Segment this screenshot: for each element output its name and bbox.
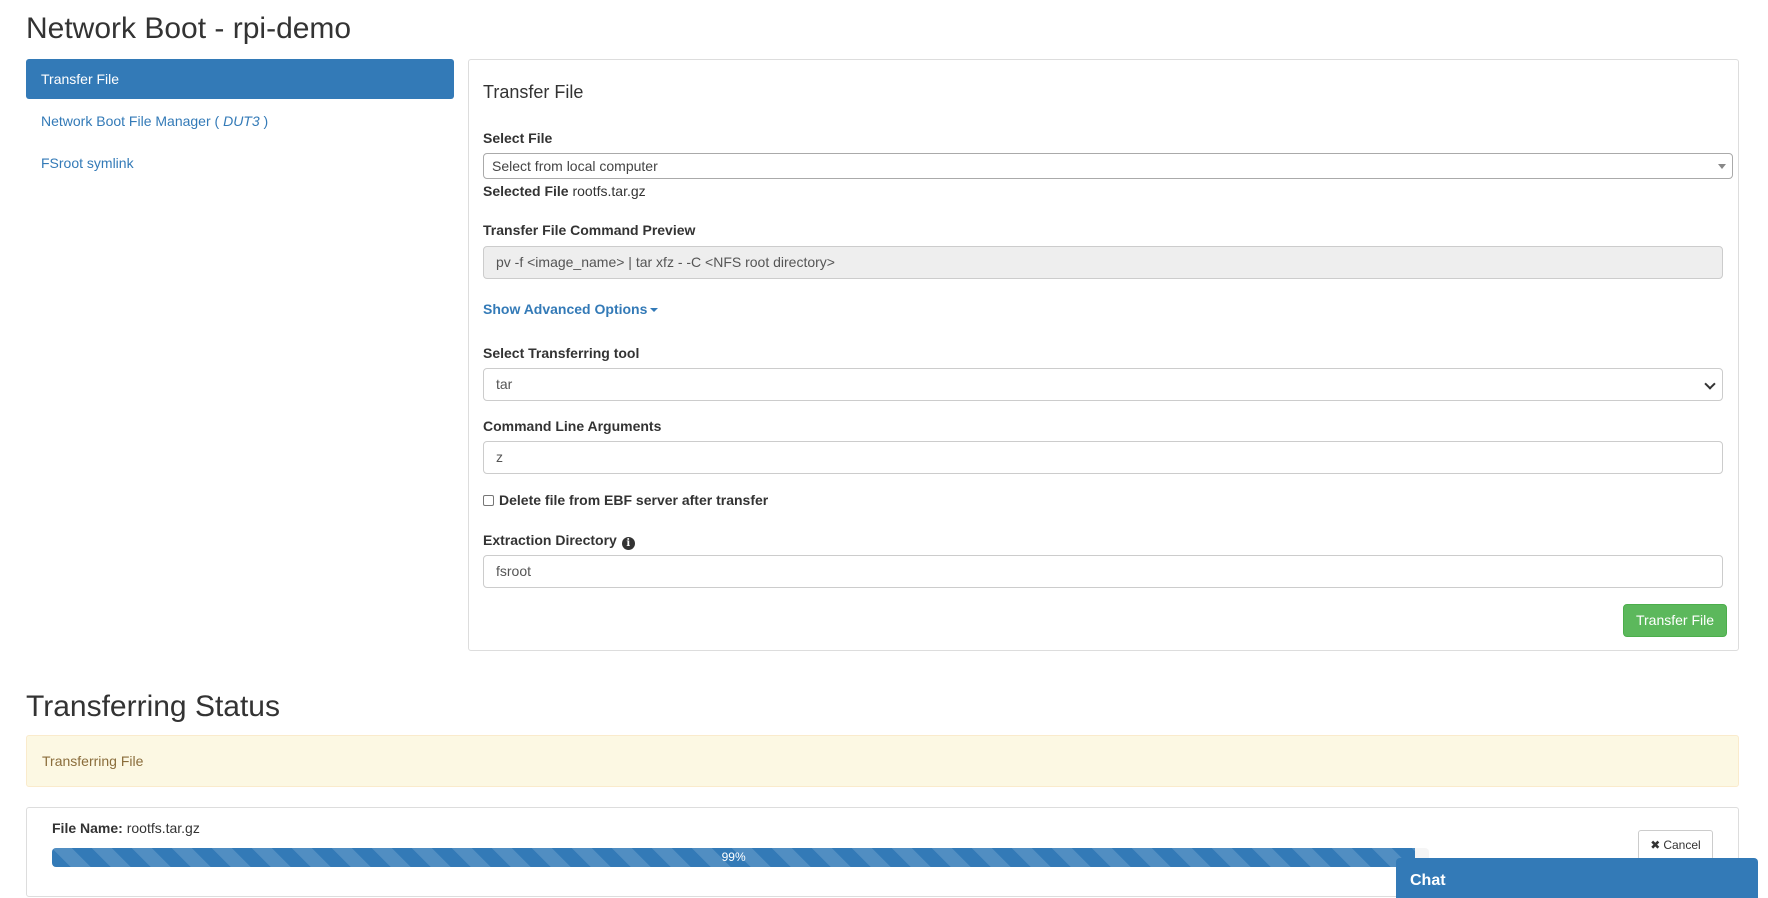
sidebar-item-label: FSroot symlink: [41, 155, 134, 171]
progress-bar-track: 99%: [52, 848, 1429, 867]
command-args-input[interactable]: z: [483, 441, 1723, 474]
sidebar-item-label: Transfer File: [41, 71, 120, 87]
selected-file: Selected File rootfs.tar.gz: [483, 183, 646, 199]
extraction-directory-input[interactable]: fsroot: [483, 555, 1723, 588]
chat-label: Chat: [1410, 872, 1446, 889]
command-preview-field: pv -f <image_name> | tar xfz - -C <NFS r…: [483, 246, 1723, 279]
file-name-value: rootfs.tar.gz: [126, 820, 200, 836]
sidebar-item-fsroot-symlink[interactable]: FSroot symlink: [26, 143, 454, 183]
show-advanced-options-link[interactable]: Show Advanced Options: [483, 301, 659, 317]
command-args-label: Command Line Arguments: [483, 418, 662, 434]
select-file-label: Select File: [483, 130, 553, 146]
chevron-down-icon: [1704, 378, 1716, 390]
caret-down-icon: [1718, 164, 1726, 169]
close-icon: ✖: [1650, 838, 1661, 852]
transfer-tool-value: tar: [496, 376, 513, 392]
command-preview-label: Transfer File Command Preview: [483, 222, 696, 238]
sidebar-item-suffix: ): [259, 113, 269, 129]
cancel-label: Cancel: [1663, 838, 1701, 852]
page-title: Network Boot - rpi-demo: [26, 12, 352, 45]
transfer-tool-select[interactable]: tar: [483, 368, 1723, 401]
chat-widget[interactable]: Chat: [1396, 858, 1758, 898]
transfer-alert: Transferring File: [26, 735, 1739, 787]
extraction-directory-text: Extraction Directory: [483, 532, 617, 548]
progress-bar-fill: 99%: [52, 848, 1416, 867]
select-file-value: Select from local computer: [492, 158, 658, 174]
file-name-label: File Name:: [52, 820, 123, 836]
info-icon[interactable]: i: [621, 537, 635, 550]
panel-title: Transfer File: [483, 82, 584, 102]
selected-file-value: rootfs.tar.gz: [572, 183, 646, 199]
transfer-file-panel: Transfer File Select File Select from lo…: [468, 59, 1739, 651]
file-name: File Name: rootfs.tar.gz: [52, 820, 200, 836]
sidebar-item-label: Network Boot File Manager (: [41, 113, 224, 129]
caret-down-icon: [650, 308, 659, 313]
delete-file-option: Delete file from EBF server after transf…: [483, 492, 768, 508]
sidebar-item-file-manager[interactable]: Network Boot File Manager ( DUT3 ): [26, 101, 454, 141]
transferring-status-title: Transferring Status: [26, 690, 280, 723]
delete-file-label: Delete file from EBF server after transf…: [499, 492, 769, 508]
sidebar-item-transfer-file[interactable]: Transfer File: [26, 59, 454, 99]
sidebar-item-dut-name: DUT3: [223, 113, 260, 129]
sidebar-nav: Transfer File Network Boot File Manager …: [26, 59, 454, 185]
delete-file-checkbox[interactable]: [483, 494, 494, 506]
progress-text: 99%: [721, 850, 746, 864]
extraction-directory-label: Extraction Directory i: [483, 532, 635, 550]
transfer-tool-label: Select Transferring tool: [483, 345, 640, 361]
cancel-button[interactable]: ✖ Cancel: [1638, 830, 1713, 860]
transfer-file-button[interactable]: Transfer File: [1623, 604, 1727, 637]
advanced-link-label: Show Advanced Options: [483, 301, 648, 317]
selected-file-label: Selected File: [483, 183, 569, 199]
select-file-dropdown[interactable]: Select from local computer: [483, 153, 1733, 179]
